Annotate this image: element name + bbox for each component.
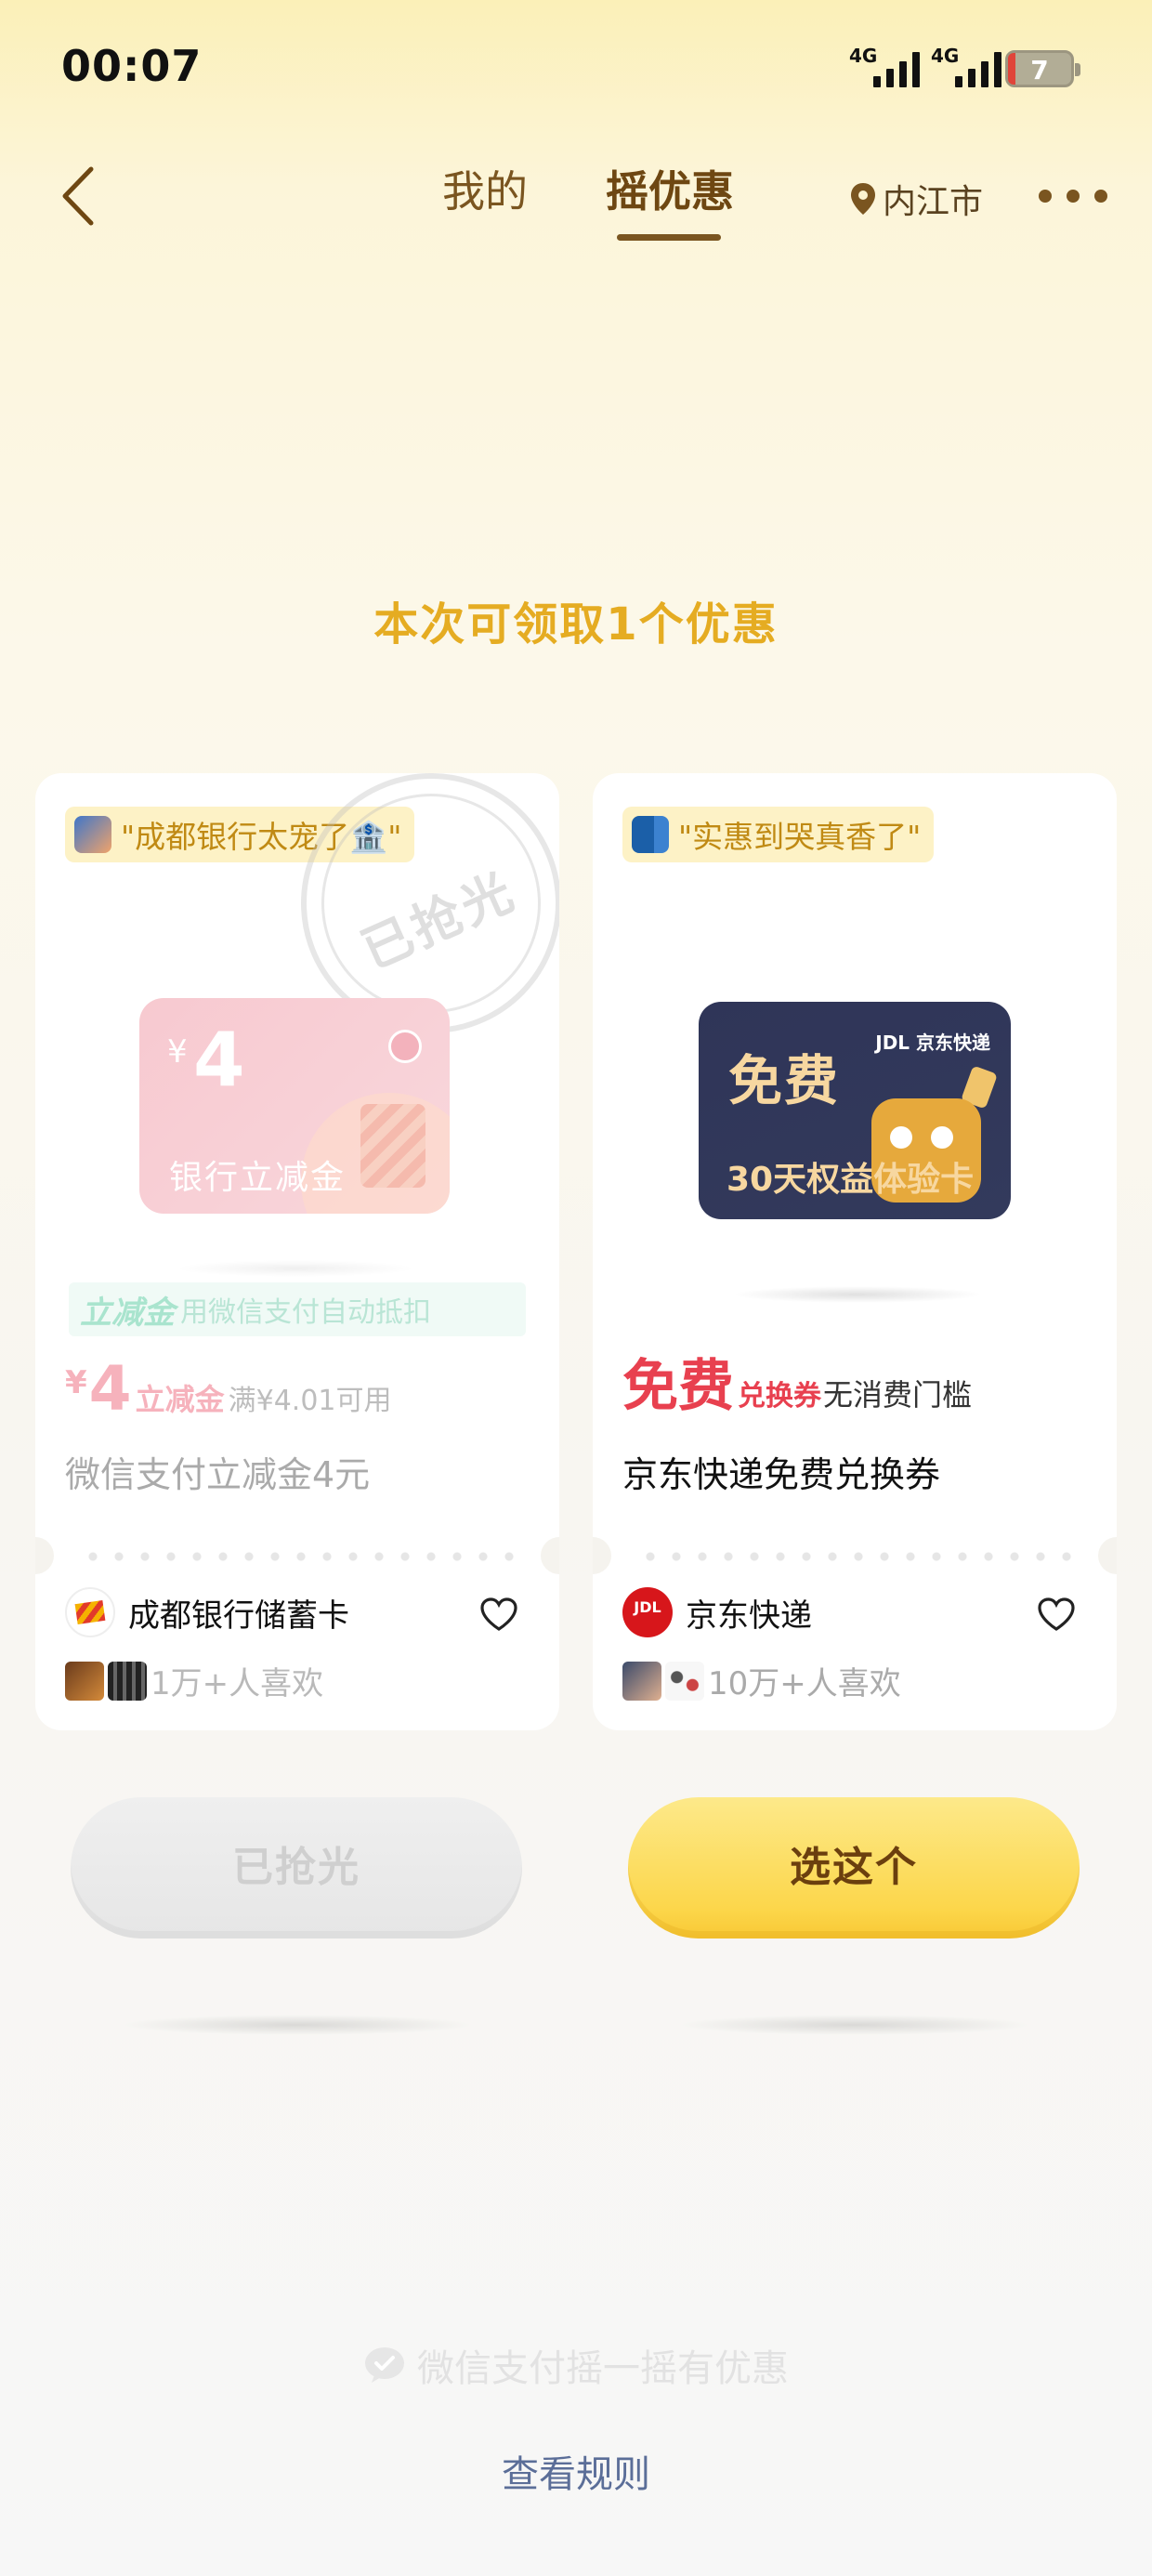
offer-card-bank[interactable]: "成都银行太宠了🏦" 已抢光 ¥ 4 银行立减金 立减金 用微信支付自动抵扣 ¥… [35, 773, 559, 1730]
avatar [622, 1661, 661, 1701]
view-rules-link[interactable]: 查看规则 [0, 2444, 1152, 2498]
active-tab-indicator [617, 234, 721, 241]
avatar [65, 1661, 104, 1701]
status-bar: 00:07 4G 4G 7 [0, 0, 1152, 139]
offer-title: 微信支付立减金4元 [65, 1454, 371, 1495]
location-selector[interactable]: 内江市 [849, 175, 983, 223]
more-dots-icon[interactable] [1039, 190, 1107, 203]
signal-icon: 4G [849, 45, 920, 87]
location-label: 内江市 [883, 183, 984, 221]
sold-out-button: 已抢光 [71, 1797, 522, 1939]
avatar-icon [74, 816, 111, 853]
tab-mine[interactable]: 我的 [442, 158, 528, 219]
likes-count: 10万+人喜欢 [622, 1658, 901, 1703]
likes-count: 1万+人喜欢 [65, 1658, 323, 1703]
tab-shake-offers[interactable]: 摇优惠 [606, 158, 734, 219]
bank-logo-icon [388, 1030, 422, 1063]
merchant-info[interactable]: 成都银行储蓄卡 [65, 1587, 349, 1637]
divider [35, 1537, 559, 1574]
chengdu-bank-logo-icon [65, 1587, 115, 1637]
avatar [665, 1661, 704, 1701]
offer-title: 京东快递免费兑换券 [622, 1454, 941, 1495]
signal-icon: 4G [931, 45, 1001, 87]
voucher-image: ¥ 4 银行立减金 [139, 998, 450, 1214]
footer-brand: 微信支付摇一摇有优惠 [0, 2338, 1152, 2392]
divider [593, 1537, 1117, 1574]
heart-icon[interactable] [1037, 1597, 1076, 1632]
merchant-info[interactable]: JDL 京东快递 [622, 1587, 812, 1637]
location-pin-icon [851, 183, 875, 215]
jd-express-logo-icon: JDL [622, 1587, 673, 1637]
price-line: ¥ 4 立减金 满¥4.01可用 [65, 1353, 392, 1425]
select-this-button[interactable]: 选这个 [628, 1797, 1080, 1939]
notebook-icon [632, 816, 669, 853]
heart-icon[interactable] [479, 1597, 518, 1632]
status-time: 00:07 [61, 41, 203, 91]
card-tagline: "实惠到哭真香了" [622, 807, 935, 862]
voucher-image: 免费 JDL 京东快递 30天权益体验卡 [699, 1002, 1011, 1219]
jdl-brand-logo: JDL 京东快递 [875, 1032, 990, 1054]
lijian-info-bar: 立减金 用微信支付自动抵扣 [69, 1282, 526, 1336]
bank-logo-icon [360, 1104, 425, 1188]
headline: 本次可领取1个优惠 [373, 598, 779, 651]
price-line: 免费 兑换券 无消费门槛 [622, 1354, 973, 1419]
battery-level: 7 [1030, 55, 1049, 85]
battery-icon: 7 [1005, 50, 1080, 87]
avatar [108, 1661, 147, 1701]
wechat-pay-icon [365, 2347, 404, 2383]
back-chevron-icon[interactable] [59, 164, 97, 229]
offer-card-jd[interactable]: "实惠到哭真香了" 免费 JDL 京东快递 30天权益体验卡 免费 兑换券 无消… [593, 773, 1117, 1730]
